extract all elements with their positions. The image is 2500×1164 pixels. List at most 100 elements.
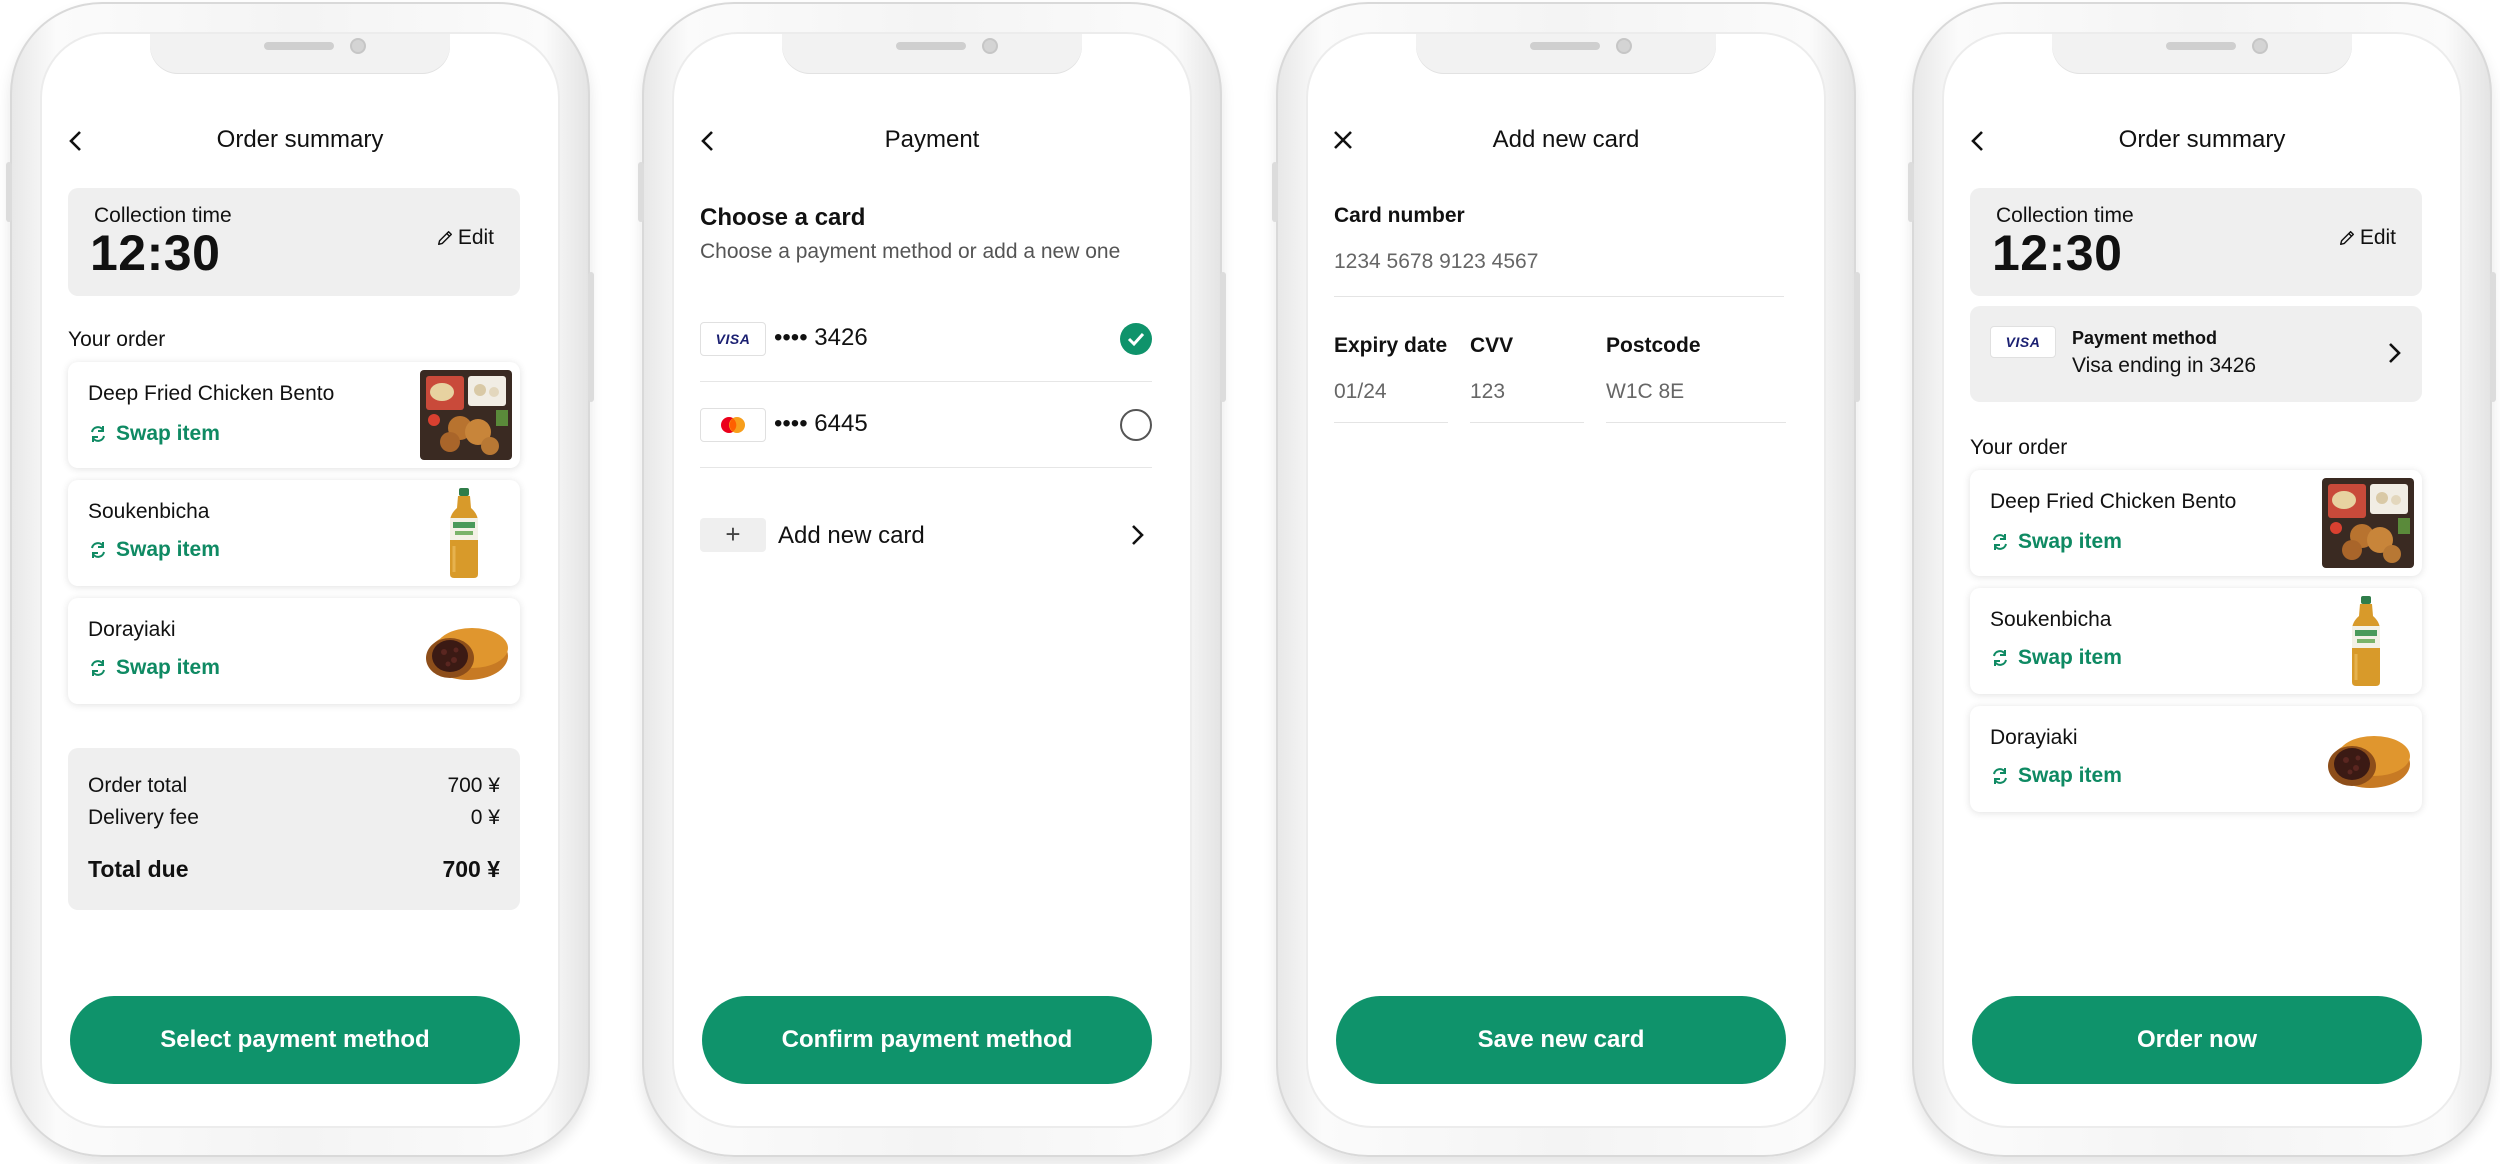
tea-bottle-image bbox=[444, 488, 484, 578]
visa-logo-icon: VISA bbox=[1990, 326, 2056, 358]
swap-item-label: Swap item bbox=[116, 656, 220, 679]
card-number-field[interactable]: 1234 5678 9123 4567 bbox=[1334, 250, 1538, 274]
choose-card-heading: Choose a card bbox=[700, 204, 866, 231]
your-order-heading: Your order bbox=[1970, 436, 2068, 459]
collection-time-card: Collection time 12:30 Edit bbox=[1970, 188, 2422, 296]
add-new-card-row[interactable]: + Add new card bbox=[700, 508, 1152, 568]
postcode-field[interactable]: W1C 8E bbox=[1606, 380, 1684, 404]
card-number: •••• 3426 bbox=[774, 324, 868, 351]
item-name: Dorayiaki bbox=[1990, 726, 2078, 749]
payment-method-row[interactable]: VISA Payment method Visa ending in 3426 bbox=[1970, 306, 2422, 402]
collection-time-card: Collection time 12:30 Edit bbox=[68, 188, 520, 296]
total-due-label: Total due bbox=[88, 856, 189, 882]
collection-time-value: 12:30 bbox=[1992, 225, 2123, 281]
add-new-card-label: Add new card bbox=[778, 522, 925, 549]
list-item: Soukenbicha Swap item bbox=[68, 480, 520, 586]
pencil-icon bbox=[436, 229, 454, 247]
list-item: Soukenbicha Swap item bbox=[1970, 588, 2422, 694]
notch bbox=[150, 34, 450, 74]
item-name: Deep Fried Chicken Bento bbox=[88, 382, 335, 405]
collection-time-value: 12:30 bbox=[90, 225, 221, 281]
swap-icon bbox=[88, 424, 108, 444]
swap-item-label: Swap item bbox=[2018, 530, 2122, 553]
expiry-date-label: Expiry date bbox=[1334, 334, 1448, 357]
swap-icon bbox=[1990, 648, 2010, 668]
item-name: Soukenbicha bbox=[88, 500, 210, 523]
expiry-date-field[interactable]: 01/24 bbox=[1334, 380, 1387, 404]
choose-card-subheading: Choose a payment method or add a new one bbox=[700, 240, 1121, 263]
card-number: •••• 6445 bbox=[774, 410, 868, 437]
delivery-fee-row: Delivery fee 0 ¥ bbox=[88, 806, 500, 830]
dorayaki-image bbox=[420, 616, 512, 686]
card-option-visa[interactable]: VISA •••• 3426 bbox=[700, 296, 1152, 382]
list-item: Deep Fried Chicken Bento Swap item bbox=[68, 362, 520, 468]
radio-unselected-icon[interactable] bbox=[1120, 409, 1152, 441]
item-name: Dorayiaki bbox=[88, 618, 176, 641]
list-item: Dorayiaki Swap item bbox=[68, 598, 520, 704]
visa-logo-icon: VISA bbox=[700, 322, 766, 356]
plus-icon: + bbox=[700, 518, 766, 552]
total-due-row: Total due 700 ¥ bbox=[88, 856, 500, 883]
card-brand: VISA bbox=[2005, 334, 2041, 350]
card-brand: VISA bbox=[715, 331, 751, 347]
postcode-label: Postcode bbox=[1606, 334, 1701, 357]
swap-icon bbox=[1990, 532, 2010, 552]
screen: Order summary Collection time 12:30 Edit… bbox=[42, 34, 558, 1126]
notch bbox=[2052, 34, 2352, 74]
item-name: Deep Fried Chicken Bento bbox=[1990, 490, 2237, 513]
card-number-label: Card number bbox=[1334, 204, 1465, 227]
edit-button[interactable]: Edit bbox=[2338, 226, 2396, 250]
item-name: Soukenbicha bbox=[1990, 608, 2112, 631]
phone-payment: Payment Choose a card Choose a payment m… bbox=[638, 2, 1226, 1157]
swap-item-label: Swap item bbox=[116, 422, 220, 445]
swap-item-button[interactable]: Swap item bbox=[1990, 764, 2122, 788]
delivery-fee-label: Delivery fee bbox=[88, 806, 199, 829]
save-new-card-button[interactable]: Save new card bbox=[1336, 996, 1786, 1084]
divider bbox=[1470, 422, 1584, 423]
swap-icon bbox=[88, 540, 108, 560]
delivery-fee-value: 0 ¥ bbox=[470, 806, 500, 829]
screen: Order summary Collection time 12:30 Edit… bbox=[1944, 34, 2460, 1126]
selected-check-icon[interactable] bbox=[1120, 323, 1152, 355]
swap-item-button[interactable]: Swap item bbox=[88, 538, 220, 562]
phone-add-card: Add new card Card number 1234 5678 9123 … bbox=[1272, 2, 1860, 1157]
chevron-right-icon bbox=[1132, 525, 1144, 545]
edit-label: Edit bbox=[457, 226, 494, 249]
divider bbox=[1334, 296, 1784, 297]
bento-image bbox=[420, 370, 512, 460]
bento-image bbox=[2322, 478, 2414, 568]
swap-item-label: Swap item bbox=[2018, 646, 2122, 669]
edit-button[interactable]: Edit bbox=[436, 226, 494, 250]
page-title: Order summary bbox=[2118, 126, 2286, 153]
total-due-value: 700 ¥ bbox=[442, 856, 500, 882]
swap-icon bbox=[88, 658, 108, 678]
list-item: Deep Fried Chicken Bento Swap item bbox=[1970, 470, 2422, 576]
swap-icon bbox=[1990, 766, 2010, 786]
swap-item-button[interactable]: Swap item bbox=[88, 656, 220, 680]
swap-item-button[interactable]: Swap item bbox=[1990, 530, 2122, 554]
select-payment-method-button[interactable]: Select payment method bbox=[70, 996, 520, 1084]
pencil-icon bbox=[2338, 229, 2356, 247]
divider bbox=[1606, 422, 1786, 423]
swap-item-button[interactable]: Swap item bbox=[1990, 646, 2122, 670]
swap-item-label: Swap item bbox=[2018, 764, 2122, 787]
divider bbox=[1334, 422, 1448, 423]
cvv-label: CVV bbox=[1470, 334, 1514, 357]
cvv-field[interactable]: 123 bbox=[1470, 380, 1505, 404]
order-total-row: Order total 700 ¥ bbox=[88, 774, 500, 798]
list-item: Dorayiaki Swap item bbox=[1970, 706, 2422, 812]
order-total-value: 700 ¥ bbox=[447, 774, 500, 797]
your-order-heading: Your order bbox=[68, 328, 166, 351]
card-option-mastercard[interactable]: •••• 6445 bbox=[700, 382, 1152, 468]
notch bbox=[1416, 34, 1716, 74]
notch bbox=[782, 34, 1082, 74]
screen: Add new card Card number 1234 5678 9123 … bbox=[1308, 34, 1824, 1126]
dorayaki-image bbox=[2322, 724, 2414, 794]
order-now-button[interactable]: Order now bbox=[1972, 996, 2422, 1084]
tea-bottle-image bbox=[2346, 596, 2386, 686]
page-title: Payment bbox=[884, 126, 980, 153]
confirm-payment-method-button[interactable]: Confirm payment method bbox=[702, 996, 1152, 1084]
payment-method-title: Payment method bbox=[2072, 328, 2218, 348]
order-totals: Order total 700 ¥ Delivery fee 0 ¥ Total… bbox=[68, 748, 520, 910]
swap-item-button[interactable]: Swap item bbox=[88, 422, 220, 446]
